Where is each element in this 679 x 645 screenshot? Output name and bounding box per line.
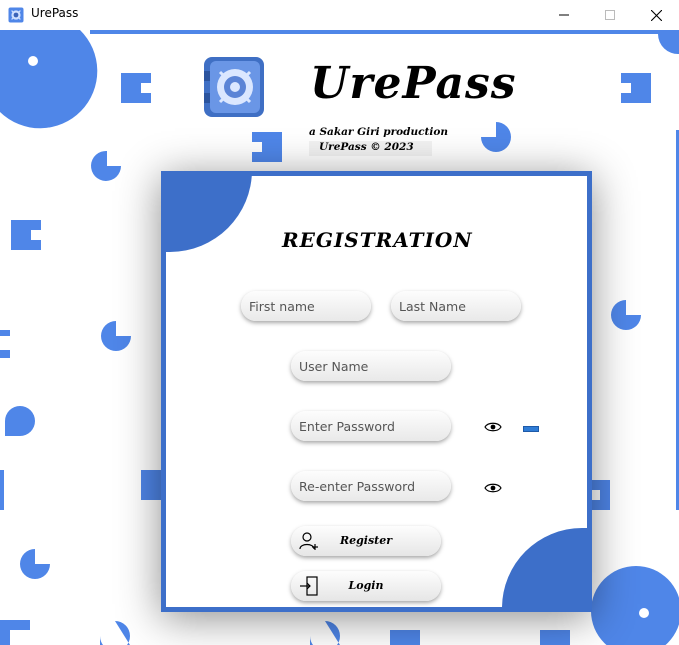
- registration-title: REGISTRATION: [282, 228, 473, 252]
- login-button-label: Login: [348, 579, 384, 592]
- password-strength-indicator: [523, 426, 539, 432]
- maximize-button[interactable]: [587, 0, 633, 30]
- login-button[interactable]: Login: [291, 571, 441, 601]
- vault-icon: [8, 7, 24, 23]
- copyright-line: UrePass © 2023: [309, 141, 432, 156]
- eye-icon[interactable]: [480, 416, 506, 438]
- app-brand-title: UrePass: [310, 58, 517, 109]
- register-button[interactable]: Register: [291, 526, 441, 556]
- eye-icon[interactable]: [480, 477, 506, 499]
- title-bar: UrePass: [0, 0, 679, 30]
- card-corner-decoration: [166, 176, 252, 252]
- register-button-label: Register: [339, 534, 393, 547]
- password-input[interactable]: [291, 411, 451, 441]
- reenter-password-input[interactable]: [291, 471, 451, 501]
- card-corner-decoration: [502, 528, 587, 607]
- username-input[interactable]: [291, 351, 451, 381]
- credit-line: a Sakar Giri production: [309, 126, 448, 138]
- last-name-input[interactable]: [391, 291, 521, 321]
- first-name-input[interactable]: [241, 291, 371, 321]
- window-title: UrePass: [31, 6, 79, 20]
- vault-icon: [202, 55, 266, 119]
- close-button[interactable]: [633, 0, 679, 30]
- minimize-button[interactable]: [541, 0, 587, 30]
